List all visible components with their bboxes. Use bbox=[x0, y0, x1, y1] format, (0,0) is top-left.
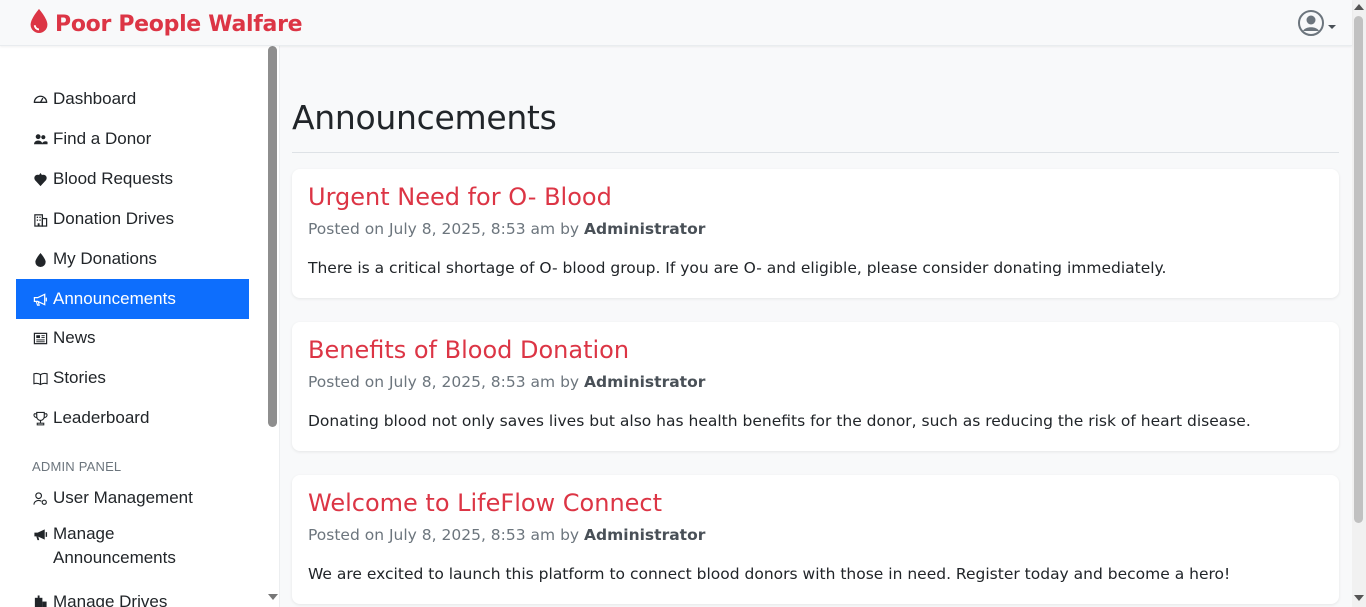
sidebar-item-label: Leaderboard bbox=[53, 408, 150, 427]
user-menu-toggle[interactable] bbox=[1297, 9, 1336, 41]
sidebar-item-announcements[interactable]: Announcements bbox=[16, 279, 249, 319]
blood-drop-icon bbox=[29, 9, 49, 39]
building-fill-icon bbox=[32, 594, 49, 607]
sidebar-item-user-management[interactable]: User Management bbox=[16, 478, 249, 518]
megaphone-fill-icon bbox=[32, 526, 49, 543]
sidebar: Dashboard Find a Donor Blood Requests Do… bbox=[0, 46, 280, 607]
sidebar-item-blood-requests[interactable]: Blood Requests bbox=[16, 159, 249, 199]
top-navbar: Poor People Walfare bbox=[0, 0, 1352, 46]
brand-name: Poor People Walfare bbox=[55, 11, 303, 37]
sidebar-item-manage-drives[interactable]: Manage Drives bbox=[16, 582, 249, 607]
sidebar-item-leaderboard[interactable]: Leaderboard bbox=[16, 398, 249, 438]
sidebar-item-stories[interactable]: Stories bbox=[16, 358, 249, 398]
announcement-author: Administrator bbox=[584, 373, 706, 391]
page-scroll-up-icon[interactable] bbox=[1354, 4, 1364, 10]
sidebar-item-label: Find a Donor bbox=[53, 129, 152, 148]
announcement-date: July 8, 2025, 8:53 am bbox=[388, 526, 556, 544]
speedometer-icon bbox=[32, 91, 49, 108]
sidebar-item-label: My Donations bbox=[53, 249, 157, 268]
user-circle-icon bbox=[1297, 9, 1325, 41]
sidebar-item-label: News bbox=[53, 328, 96, 347]
admin-panel-heading: ADMIN PANEL bbox=[32, 459, 122, 474]
announcement-meta: Posted on July 8, 2025, 8:53 am by Admin… bbox=[308, 526, 706, 544]
announcement-body: Donating blood not only saves lives but … bbox=[308, 412, 1251, 430]
announcement-card: Urgent Need for O- Blood Posted on July … bbox=[292, 169, 1339, 298]
sidebar-item-label: Dashboard bbox=[53, 89, 137, 108]
main-content: Announcements Urgent Need for O- Blood P… bbox=[280, 46, 1352, 607]
sidebar-item-label: Manage Announcements bbox=[53, 524, 176, 567]
sidebar-item-find-a-donor[interactable]: Find a Donor bbox=[16, 119, 249, 159]
sidebar-item-news[interactable]: News bbox=[16, 318, 249, 358]
heart-drop-icon bbox=[32, 171, 49, 188]
announcement-meta: Posted on July 8, 2025, 8:53 am by Admin… bbox=[308, 220, 706, 238]
announcement-author: Administrator bbox=[584, 526, 706, 544]
sidebar-item-label: User Management bbox=[53, 488, 193, 507]
sidebar-item-label: Manage Drives bbox=[53, 592, 168, 607]
announcement-date: July 8, 2025, 8:53 am bbox=[388, 373, 556, 391]
sidebar-item-donation-drives[interactable]: Donation Drives bbox=[16, 199, 249, 239]
sidebar-item-my-donations[interactable]: My Donations bbox=[16, 239, 249, 279]
announcement-title[interactable]: Benefits of Blood Donation bbox=[308, 336, 629, 364]
sidebar-item-label: Donation Drives bbox=[53, 209, 174, 228]
sidebar-scrollbar-thumb[interactable] bbox=[268, 46, 277, 427]
announcement-card: Benefits of Blood Donation Posted on Jul… bbox=[292, 322, 1339, 451]
page-scrollbar-thumb[interactable] bbox=[1354, 16, 1363, 523]
chevron-down-icon bbox=[1328, 25, 1336, 29]
announcement-title[interactable]: Welcome to LifeFlow Connect bbox=[308, 489, 662, 517]
sidebar-scroll-down-icon[interactable] bbox=[268, 594, 278, 600]
building-icon bbox=[32, 211, 49, 228]
droplet-icon bbox=[32, 251, 49, 268]
newspaper-icon bbox=[32, 330, 49, 347]
announcement-title[interactable]: Urgent Need for O- Blood bbox=[308, 183, 612, 211]
announcement-body: We are excited to launch this platform t… bbox=[308, 565, 1231, 583]
sidebar-item-label: Blood Requests bbox=[53, 169, 174, 188]
book-icon bbox=[32, 370, 49, 387]
page-title: Announcements bbox=[292, 98, 557, 137]
megaphone-icon bbox=[32, 291, 49, 308]
sidebar-item-label: Announcements bbox=[53, 289, 176, 308]
sidebar-item-label: Stories bbox=[53, 368, 106, 387]
person-gear-icon bbox=[32, 490, 49, 507]
brand-link[interactable]: Poor People Walfare bbox=[29, 9, 303, 39]
trophy-icon bbox=[32, 410, 49, 427]
sidebar-item-dashboard[interactable]: Dashboard bbox=[16, 79, 249, 119]
announcement-author: Administrator bbox=[584, 220, 706, 238]
announcement-body: There is a critical shortage of O- blood… bbox=[308, 259, 1167, 277]
people-icon bbox=[32, 131, 49, 148]
announcement-meta: Posted on July 8, 2025, 8:53 am by Admin… bbox=[308, 373, 706, 391]
title-divider bbox=[292, 152, 1339, 153]
page-scroll-down-icon[interactable] bbox=[1354, 595, 1364, 601]
announcement-card: Welcome to LifeFlow Connect Posted on Ju… bbox=[292, 475, 1339, 604]
sidebar-item-manage-announcements[interactable]: Manage Announcements bbox=[16, 518, 249, 568]
announcement-date: July 8, 2025, 8:53 am bbox=[388, 220, 556, 238]
